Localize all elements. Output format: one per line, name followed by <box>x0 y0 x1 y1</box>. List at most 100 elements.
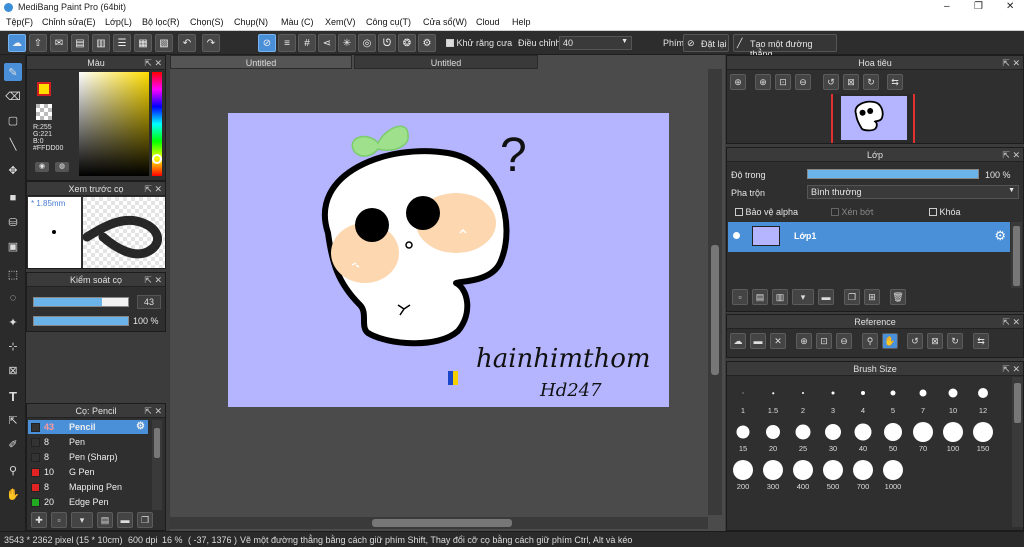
brush-item-g-pen[interactable]: 10 G Pen <box>28 465 148 479</box>
brush-size-option[interactable]: 200 <box>728 454 758 491</box>
move-tool-icon[interactable]: ✥ <box>4 161 22 179</box>
zoom-in-2-icon[interactable]: ⊕ <box>755 74 771 90</box>
hue-handle[interactable] <box>152 154 162 164</box>
brush-item-mapping-pen[interactable]: 8 Mapping Pen <box>28 480 148 494</box>
reference-eyedropper-icon[interactable]: ⚲ <box>862 333 878 349</box>
layer-opacity-slider[interactable] <box>807 169 979 179</box>
new-brush-icon[interactable]: ▫ <box>51 512 67 528</box>
brush-size-option[interactable]: 150 <box>968 416 998 453</box>
panel-controls-icon[interactable]: ⇱ ✕ <box>144 404 162 418</box>
lock-checkbox[interactable] <box>929 208 937 216</box>
canvas-horizontal-scrollbar[interactable] <box>170 517 708 529</box>
new-layer-2-icon[interactable]: ▤ <box>752 289 768 305</box>
brush-menu-icon[interactable]: ▾ <box>71 512 93 528</box>
line-tool-icon[interactable]: ╲ <box>4 135 22 153</box>
brush-delete-icon[interactable]: ❐ <box>137 512 153 528</box>
brush-item-edge-pen[interactable]: 20 Edge Pen <box>28 495 148 509</box>
drawing-canvas[interactable]: ? hainhimthom Hd247 <box>228 113 669 407</box>
transparent-color-swatch[interactable] <box>36 104 52 120</box>
reference-hand-icon[interactable]: ✋ <box>882 333 898 349</box>
menu-capture[interactable]: Chụp(N) <box>234 17 268 27</box>
panel-controls-icon[interactable]: ⇱ ✕ <box>1002 315 1020 329</box>
brush-size-option[interactable]: 50 <box>878 416 908 453</box>
color-mode-icon[interactable]: ◉ <box>35 162 49 172</box>
make-line-button[interactable]: ╱ Tạo một đường thẳng <box>733 34 837 59</box>
gear-icon[interactable]: ⚙ <box>994 228 1006 244</box>
brush-opacity-slider[interactable] <box>33 316 129 326</box>
layout-icon[interactable]: ▧ <box>155 34 173 52</box>
reference-fit-icon[interactable]: ⊡ <box>816 333 832 349</box>
brush-size-option[interactable]: 4 <box>848 378 878 415</box>
maximize-button[interactable]: ❐ <box>974 1 983 12</box>
brush-size-scrollbar[interactable] <box>1012 377 1023 527</box>
visibility-eye-icon[interactable] <box>733 232 740 239</box>
brush-size-slider[interactable] <box>33 297 129 307</box>
antialias-toggle[interactable]: Khử răng cưa <box>446 38 512 48</box>
list-icon[interactable]: ☰ <box>113 34 131 52</box>
brush-size-option[interactable]: 100 <box>938 416 968 453</box>
flip-icon[interactable]: ⇆ <box>887 74 903 90</box>
rectangle-tool-icon[interactable]: ▢ <box>4 111 22 129</box>
eyedropper-tool-icon[interactable]: ⚲ <box>4 461 22 479</box>
panel-controls-icon[interactable]: ⇱ ✕ <box>144 56 162 70</box>
brush-size-option[interactable]: 1 <box>728 378 758 415</box>
gear-icon[interactable]: ⚙ <box>136 420 145 434</box>
new-layer-icon[interactable]: ▫ <box>732 289 748 305</box>
ellipse-snap-icon[interactable]: ❂ <box>398 34 416 52</box>
vanishing-snap-icon[interactable]: ⋖ <box>318 34 336 52</box>
circle-snap-icon[interactable]: ◎ <box>358 34 376 52</box>
select-eraser-tool-icon[interactable]: ⊠ <box>4 361 22 379</box>
lasso-tool-icon[interactable]: ◌ <box>4 289 22 307</box>
menu-window[interactable]: Cửa sổ(W) <box>423 17 467 27</box>
eraser-tool-icon[interactable]: ⌫ <box>4 87 22 105</box>
reference-rotate-left-icon[interactable]: ↺ <box>907 333 923 349</box>
lock-toggle[interactable]: Khóa <box>929 207 961 217</box>
reference-cloud-icon[interactable]: ☁ <box>730 333 746 349</box>
brush-size-option[interactable]: 400 <box>788 454 818 491</box>
menu-select[interactable]: Chọn(S) <box>190 17 224 27</box>
layer-scrollbar[interactable] <box>1011 222 1022 288</box>
brush-item-pen-sharp[interactable]: 8 Pen (Sharp) <box>28 450 148 464</box>
redo-icon[interactable]: ↷ <box>202 34 220 52</box>
protect-alpha-checkbox[interactable] <box>735 208 743 216</box>
comment-icon[interactable]: ✉ <box>50 34 68 52</box>
magic-wand-tool-icon[interactable]: ✦ <box>4 313 22 331</box>
panel-controls-icon[interactable]: ⇱ ✕ <box>144 273 162 287</box>
clipping-checkbox[interactable] <box>831 208 839 216</box>
rotate-left-icon[interactable]: ↺ <box>823 74 839 90</box>
delete-layer-icon[interactable]: 🗑 <box>890 289 906 305</box>
close-button[interactable]: ✕ <box>1006 1 1014 12</box>
brush-size-value[interactable]: 43 <box>137 295 161 309</box>
panel-controls-icon[interactable]: ⇱ ✕ <box>1002 362 1020 376</box>
brush-size-option[interactable]: 3 <box>818 378 848 415</box>
brush-size-option[interactable]: 5 <box>878 378 908 415</box>
reset-button[interactable]: ⊘ Đặt lại <box>683 34 729 52</box>
layer-folder-icon[interactable]: ▬ <box>818 289 834 305</box>
panel-controls-icon[interactable]: ⇱ ✕ <box>1002 56 1020 70</box>
text-tool-icon[interactable]: T <box>4 387 22 405</box>
layer-menu-icon[interactable]: ▾ <box>792 289 814 305</box>
brush-size-option[interactable]: 25 <box>788 416 818 453</box>
menu-cloud[interactable]: Cloud <box>476 17 500 27</box>
add-brush-icon[interactable]: ✚ <box>31 512 47 528</box>
brush-size-option[interactable]: 2 <box>788 378 818 415</box>
brush-size-option[interactable]: 12 <box>968 378 998 415</box>
curve-snap-icon[interactable]: ᘎ <box>378 34 396 52</box>
menu-file[interactable]: Tệp(F) <box>6 17 33 27</box>
brush-folder-icon[interactable]: ▬ <box>117 512 133 528</box>
reference-close-icon[interactable]: ✕ <box>770 333 786 349</box>
brush-item-pencil[interactable]: 43 Pencil ⚙ <box>28 420 148 434</box>
fit-rotate-icon[interactable]: ⊠ <box>843 74 859 90</box>
rotate-right-icon[interactable]: ↻ <box>863 74 879 90</box>
reference-zoom-out-icon[interactable]: ⊖ <box>836 333 852 349</box>
merge-layer-icon[interactable]: ⊞ <box>864 289 880 305</box>
clipping-toggle[interactable]: Xén bớt <box>831 207 873 217</box>
panel-controls-icon[interactable]: ⇱ ✕ <box>144 182 162 196</box>
tab-untitled-2[interactable]: Untitled <box>354 55 538 69</box>
snap-off-icon[interactable]: ⊘ <box>258 34 276 52</box>
reference-rotate-right-icon[interactable]: ↻ <box>947 333 963 349</box>
gradient-tool-icon[interactable]: ▣ <box>4 237 22 255</box>
menu-help[interactable]: Help <box>512 17 531 27</box>
menu-edit[interactable]: Chỉnh sửa(E) <box>42 17 96 27</box>
brush-size-option[interactable]: 30 <box>818 416 848 453</box>
